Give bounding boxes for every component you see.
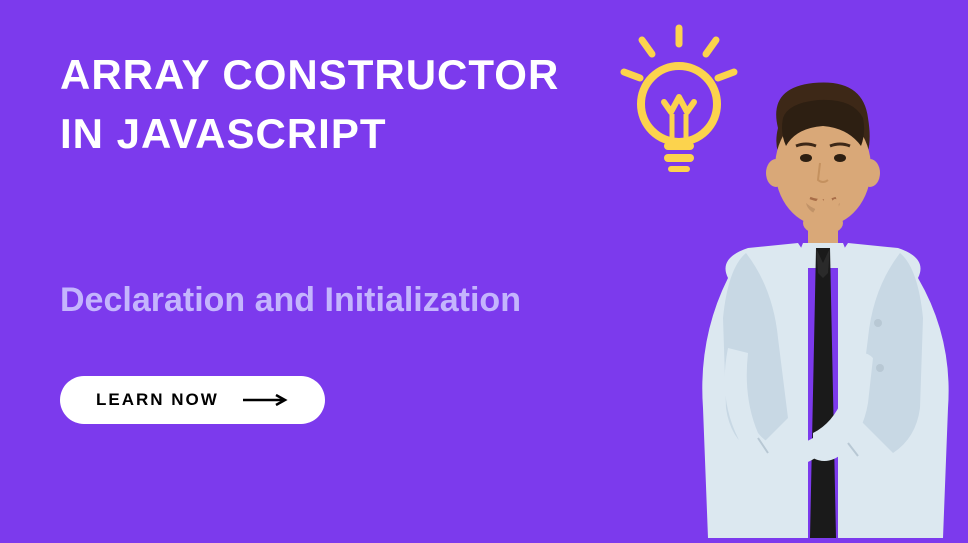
- learn-now-button[interactable]: LEARN NOW: [60, 376, 325, 424]
- person-thinking-image: [668, 58, 968, 538]
- arrow-right-icon: [243, 394, 289, 406]
- cta-label: LEARN NOW: [96, 390, 219, 410]
